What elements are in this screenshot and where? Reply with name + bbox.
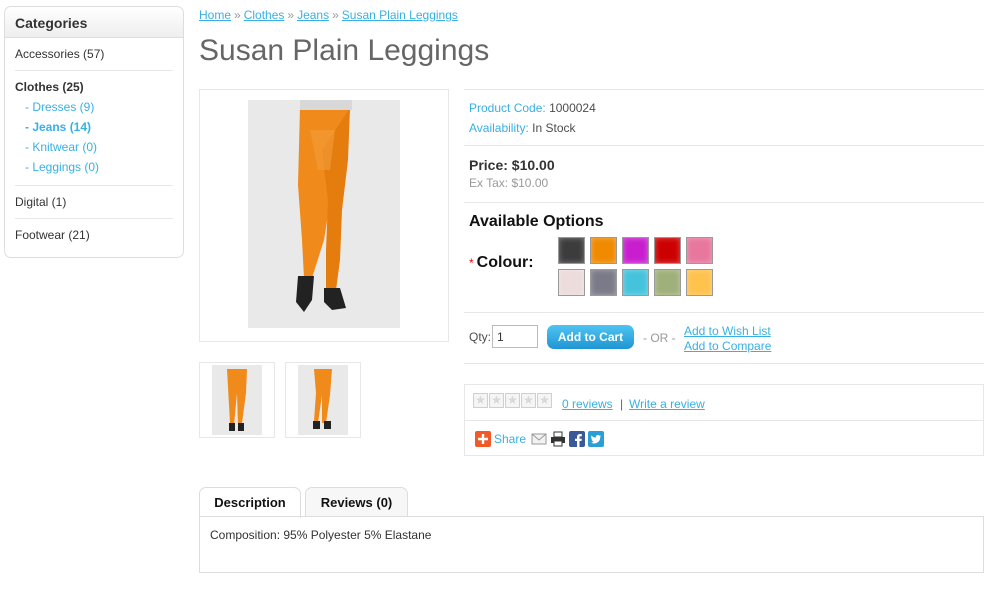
availability-label: Availability: <box>469 121 529 135</box>
category-accessories[interactable]: Accessories (57) <box>15 46 173 62</box>
star-icon: ★ <box>537 393 552 408</box>
product-main-image[interactable] <box>199 89 449 342</box>
breadcrumb: Home» Clothes» Jeans» Susan Plain Leggings <box>199 8 458 22</box>
price-block: Price: $10.00 Ex Tax: $10.00 <box>464 145 984 202</box>
breadcrumb-jeans[interactable]: Jeans <box>297 8 329 22</box>
colour-swatch[interactable] <box>686 269 713 296</box>
page-title: Susan Plain Leggings <box>199 34 490 67</box>
product-code-value: 1000024 <box>549 101 596 115</box>
tab-reviews[interactable]: Reviews (0) <box>305 487 408 517</box>
add-to-cart-button[interactable]: Add to Cart <box>547 325 634 349</box>
colour-swatch[interactable] <box>590 237 617 264</box>
colour-swatch[interactable] <box>686 237 713 264</box>
star-icon: ★ <box>473 393 488 408</box>
price: Price: $10.00 <box>469 157 555 173</box>
share-plus-icon[interactable] <box>475 431 491 447</box>
category-clothes[interactable]: Clothes (25) <box>15 79 173 95</box>
add-to-compare-link[interactable]: Add to Compare <box>684 339 771 353</box>
colour-swatch[interactable] <box>558 237 585 264</box>
colour-label: Colour: <box>476 254 534 271</box>
colour-swatch[interactable] <box>622 269 649 296</box>
write-review-link[interactable]: Write a review <box>629 397 705 411</box>
twitter-icon[interactable] <box>588 431 605 447</box>
tab-content-description: Composition: 95% Polyester 5% Elastane <box>199 516 984 573</box>
subcategory-leggings[interactable]: - Leggings (0) <box>15 157 173 177</box>
subcategory-knitwear[interactable]: - Knitwear (0) <box>15 137 173 157</box>
required-mark: * <box>469 256 474 270</box>
review-separator: | <box>620 397 624 411</box>
reviews-count-link[interactable]: 0 reviews <box>562 397 613 411</box>
category-group: Digital (1) <box>15 194 173 219</box>
leggings-photo <box>248 100 400 328</box>
colour-swatch[interactable] <box>654 237 681 264</box>
review-box: ★ ★ ★ ★ ★ 0 reviews | Write a review Sha… <box>464 384 984 456</box>
email-icon[interactable] <box>531 431 547 447</box>
share-label[interactable]: Share <box>494 432 526 446</box>
ex-tax-price: Ex Tax: $10.00 <box>469 176 549 190</box>
category-footwear[interactable]: Footwear (21) <box>15 227 173 243</box>
star-icon: ★ <box>521 393 536 408</box>
categories-heading: Categories <box>5 7 183 38</box>
facebook-icon[interactable] <box>569 431 586 447</box>
categories-box: Categories Accessories (57) Clothes (25)… <box>4 6 184 258</box>
share-bar: Share <box>475 431 605 447</box>
colour-swatch[interactable] <box>558 269 585 296</box>
print-icon[interactable] <box>550 431 566 447</box>
divider <box>464 363 984 364</box>
category-group: Clothes (25) - Dresses (9) - Jeans (14) … <box>15 79 173 186</box>
qty-label: Qty: <box>469 330 492 344</box>
rating-stars: ★ ★ ★ ★ ★ <box>473 393 552 408</box>
leggings-side-photo <box>298 365 348 435</box>
options-heading: Available Options <box>469 213 604 230</box>
colour-option-label: * Colour: <box>469 254 534 272</box>
colour-swatch[interactable] <box>622 237 649 264</box>
leggings-back-photo <box>212 365 262 435</box>
breadcrumb-home[interactable]: Home <box>199 8 231 22</box>
subcategory-jeans[interactable]: - Jeans (14) <box>15 117 173 137</box>
category-digital[interactable]: Digital (1) <box>15 194 173 210</box>
review-divider <box>465 420 983 421</box>
category-group: Accessories (57) <box>15 46 173 71</box>
breadcrumb-clothes[interactable]: Clothes <box>244 8 285 22</box>
options-block: Available Options * Colour: <box>464 202 984 312</box>
availability-value: In Stock <box>532 121 576 135</box>
product-meta: Product Code: 1000024 Availability: In S… <box>464 89 984 145</box>
add-to-wishlist-link[interactable]: Add to Wish List <box>684 324 771 338</box>
description-text: Composition: 95% Polyester 5% Elastane <box>210 528 432 542</box>
star-icon: ★ <box>489 393 504 408</box>
star-icon: ★ <box>505 393 520 408</box>
breadcrumb-product[interactable]: Susan Plain Leggings <box>342 8 458 22</box>
category-group: Footwear (21) <box>15 227 173 251</box>
product-code-label: Product Code: <box>469 101 546 115</box>
tab-description[interactable]: Description <box>199 487 301 518</box>
qty-input[interactable] <box>492 325 538 348</box>
subcategory-dresses[interactable]: - Dresses (9) <box>15 97 173 117</box>
product-thumbnail-2[interactable] <box>285 362 361 438</box>
colour-swatch[interactable] <box>654 269 681 296</box>
or-text: - OR - <box>643 331 676 345</box>
product-thumbnail-1[interactable] <box>199 362 275 438</box>
colour-swatch[interactable] <box>590 269 617 296</box>
